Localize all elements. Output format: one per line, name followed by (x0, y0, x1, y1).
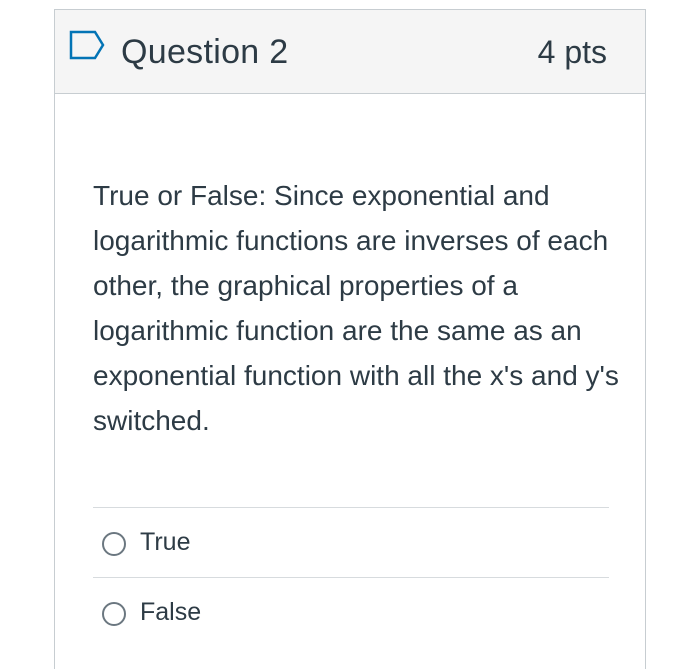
flag-question-icon[interactable] (69, 30, 105, 60)
question-header: Question 2 4 pts (55, 10, 645, 94)
answer-label[interactable]: False (140, 596, 201, 628)
question-title: Question 2 (121, 33, 289, 71)
answer-list: True False (93, 507, 609, 647)
answer-option-false[interactable]: False (93, 577, 609, 647)
answer-label[interactable]: True (140, 526, 190, 558)
question-card: Question 2 4 pts True or False: Since ex… (54, 9, 646, 669)
radio-button[interactable] (102, 532, 126, 556)
question-points: 4 pts (537, 34, 607, 70)
answer-option-true[interactable]: True (93, 507, 609, 577)
radio-button[interactable] (102, 602, 126, 626)
question-text: True or False: Since exponential and log… (93, 180, 619, 436)
